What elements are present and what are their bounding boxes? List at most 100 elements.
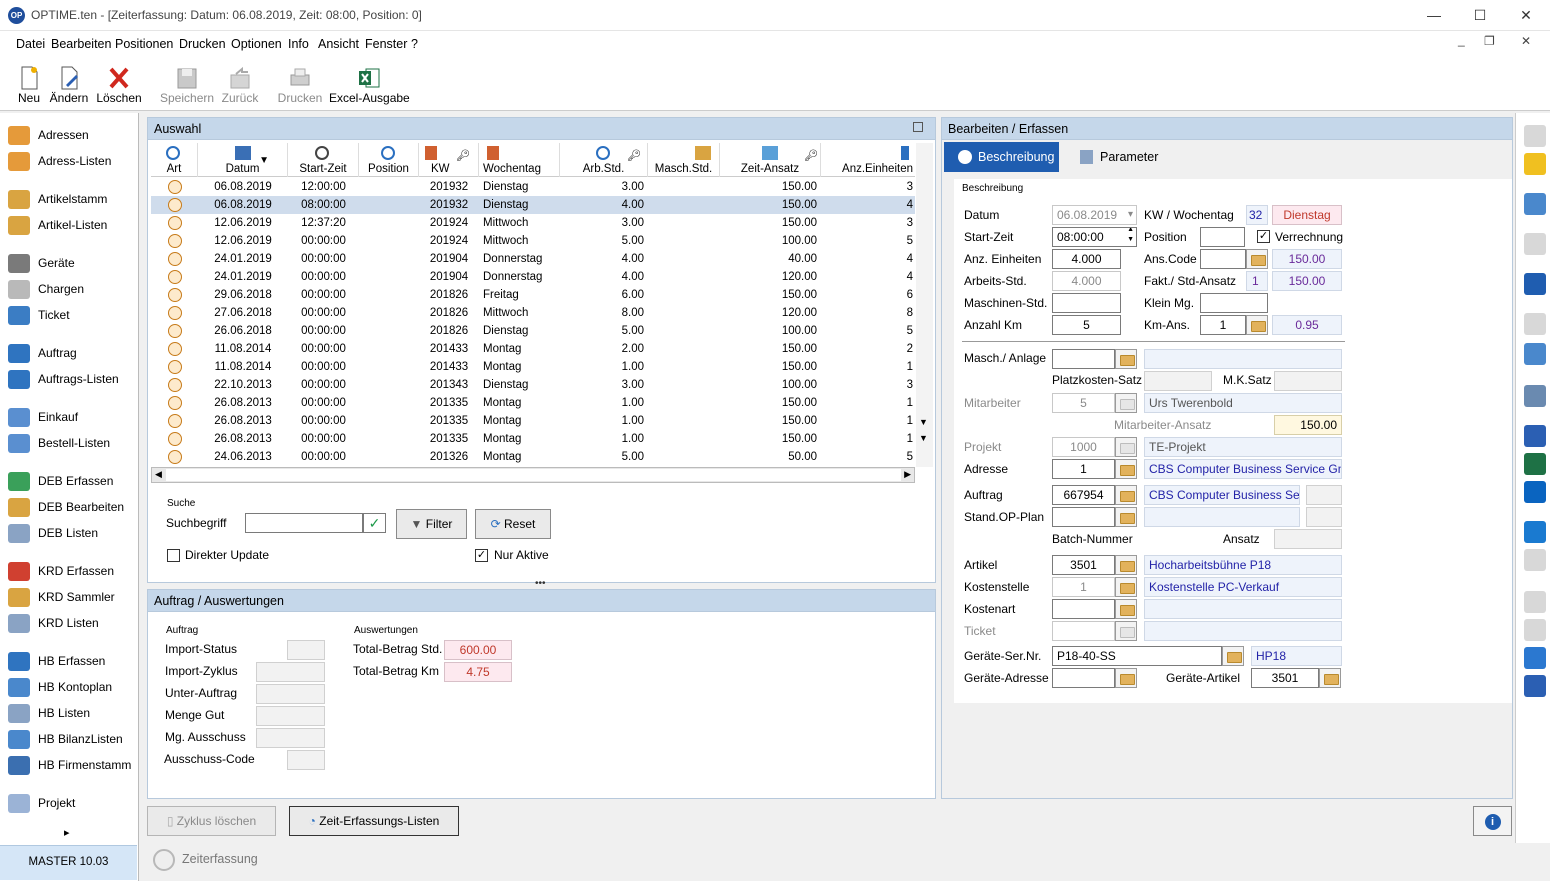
menu-optionen[interactable]: Optionen xyxy=(231,37,282,51)
info-button[interactable]: i xyxy=(1473,806,1512,836)
start-zeit-field[interactable]: 08:00:00 ▲ ▼ xyxy=(1052,227,1137,247)
table-row[interactable]: 12.06.2019 00:00:00 201924 Mittwoch 5.00 100.… xyxy=(151,232,915,250)
browser-icon[interactable] xyxy=(1524,521,1546,543)
stand-op-plan-field[interactable] xyxy=(1052,507,1115,527)
import-status-field[interactable] xyxy=(287,640,325,660)
masch-anlage-field[interactable] xyxy=(1052,349,1115,369)
sidebar-item-artikel-listen[interactable]: Artikel-Listen xyxy=(8,214,138,236)
sidebar-item-hb-erfassen[interactable]: HB Erfassen xyxy=(8,650,138,672)
sidebar-item-auftrags-listen[interactable]: Auftrags-Listen xyxy=(8,368,138,390)
sidebar-item-ticket[interactable]: Ticket xyxy=(8,304,138,326)
fakt-field[interactable]: 1 xyxy=(1246,271,1268,291)
sidebar-item-artikelstamm[interactable]: Artikelstamm xyxy=(8,188,138,210)
delete-button[interactable]: Löschen xyxy=(96,58,142,110)
kostenstelle-field[interactable]: 1 xyxy=(1052,577,1115,597)
table-row[interactable]: 26.06.2018 00:00:00 201826 Dienstag 5.00 100.… xyxy=(151,322,915,340)
search-input[interactable] xyxy=(245,513,363,533)
col-wochentag[interactable]: Wochentag xyxy=(479,143,560,177)
projekt-folder-icon[interactable] xyxy=(1115,437,1137,457)
masch-anlage-folder-icon[interactable] xyxy=(1115,349,1137,369)
ticket-field[interactable] xyxy=(1052,621,1115,641)
col-kw[interactable]: 🔑︎ KW xyxy=(419,143,479,177)
adresse-folder-icon[interactable] xyxy=(1115,459,1137,479)
menu-info[interactable]: Info xyxy=(288,37,309,51)
ticket-folder-icon[interactable] xyxy=(1115,621,1137,641)
settings-key-icon[interactable] xyxy=(1524,125,1546,147)
sidebar-item-einkauf[interactable]: Einkauf xyxy=(8,406,138,428)
back-button[interactable]: Zurück xyxy=(220,58,260,110)
mdi-close-icon[interactable]: ✕ xyxy=(1521,34,1531,48)
sidebar-item-hb-kontoplan[interactable]: HB Kontoplan xyxy=(8,676,138,698)
geraete-artikel-folder-icon[interactable] xyxy=(1319,668,1341,688)
zeit-erfassungs-listen-button[interactable]: ◔ Zeit-Erfassungs-Listen xyxy=(289,806,459,836)
sidebar-item-deb-listen[interactable]: DEB Listen xyxy=(8,522,138,544)
timer-icon[interactable] xyxy=(1524,313,1546,335)
menge-gut-field[interactable] xyxy=(256,706,325,726)
table-row[interactable]: 26.08.2013 00:00:00 201335 Montag 1.00 150.00… xyxy=(151,430,915,448)
scroll-page-down-icon[interactable]: ▼ xyxy=(919,433,928,443)
menu-ansicht[interactable]: Ansicht xyxy=(318,37,359,51)
sidebar-item-projekt[interactable]: Projekt xyxy=(8,792,138,814)
edit-button[interactable]: Ändern xyxy=(48,58,90,110)
spin-up-icon[interactable]: ▲ xyxy=(1127,228,1134,235)
geraete-adresse-field[interactable] xyxy=(1052,668,1115,688)
mg-ausschuss-field[interactable] xyxy=(256,728,325,748)
scroll-right-icon[interactable]: ▶ xyxy=(904,469,911,480)
menu-drucken[interactable]: Drucken xyxy=(179,37,226,51)
scroll-down-icon[interactable]: ▼ xyxy=(919,417,928,427)
user-icon[interactable] xyxy=(1524,675,1546,697)
menu-datei[interactable]: Datei xyxy=(16,37,45,51)
col-art[interactable]: Art xyxy=(151,143,198,177)
anzahl-km-field[interactable]: 5 xyxy=(1052,315,1121,335)
sidebar-item-krd-erfassen[interactable]: KRD Erfassen xyxy=(8,560,138,582)
col-arb-std[interactable]: 🔑︎ Arb.Std. xyxy=(560,143,648,177)
sidebar-item-hb-bilanzlisten[interactable]: HB BilanzListen xyxy=(8,728,138,750)
close-icon[interactable]: ✕ xyxy=(1503,0,1549,31)
splitter-handle[interactable]: ••• xyxy=(535,578,546,589)
datum-field[interactable]: 06.08.2019 ▾ xyxy=(1052,205,1137,225)
table-row[interactable]: 22.10.2013 00:00:00 201343 Dienstag 3.00 100.… xyxy=(151,376,915,394)
position-field[interactable] xyxy=(1200,227,1245,247)
table-row[interactable]: 06.08.2019 12:00:00 201932 Dienstag 3.00 150.… xyxy=(151,178,915,196)
save-button[interactable]: Speichern xyxy=(160,58,214,110)
table-row[interactable]: 11.08.2014 00:00:00 201433 Montag 2.00 150.00… xyxy=(151,340,915,358)
import-zyklus-field[interactable] xyxy=(256,662,325,682)
maximize-icon[interactable]: ☐ xyxy=(1457,0,1503,31)
table-row[interactable]: 24.06.2013 00:00:00 201326 Montag 5.00 50.00 5 xyxy=(151,448,915,466)
geraete-ser-nr-field[interactable]: P18-40-SS xyxy=(1052,646,1222,666)
sidebar-item-geraete[interactable]: Geräte xyxy=(8,252,138,274)
mitarbeiter-field[interactable]: 5 xyxy=(1052,393,1115,413)
search-confirm-icon[interactable]: ✓ xyxy=(363,513,386,533)
menu-positionen[interactable]: Positionen xyxy=(115,37,173,51)
print-preview-icon[interactable] xyxy=(1524,233,1546,255)
km-ans-folder-icon[interactable] xyxy=(1246,315,1268,335)
col-position[interactable]: Position xyxy=(359,143,419,177)
mdi-restore-icon[interactable]: ❐ xyxy=(1484,34,1495,48)
maschinen-std-field[interactable] xyxy=(1052,293,1121,313)
anz-einheiten-field[interactable]: 4.000 xyxy=(1052,249,1121,269)
table-row[interactable]: 26.08.2013 00:00:00 201335 Montag 1.00 150.00… xyxy=(151,394,915,412)
euro-icon[interactable] xyxy=(1524,153,1546,175)
panel-maximize-icon[interactable] xyxy=(913,122,923,132)
sidebar-item-hb-firmenstamm[interactable]: HB Firmenstamm xyxy=(8,754,138,776)
sidebar-item-deb-bearbeiten[interactable]: DEB Bearbeiten xyxy=(8,496,138,518)
tab-beschreibung[interactable]: Beschreibung xyxy=(944,142,1059,172)
kostenart-folder-icon[interactable] xyxy=(1115,599,1137,619)
table-row[interactable]: 24.01.2019 00:00:00 201904 Donnerstag 4.00 40… xyxy=(151,250,915,268)
col-masch-std[interactable]: Masch.Std. xyxy=(648,143,720,177)
outlook-icon[interactable] xyxy=(1524,481,1546,503)
auftrag-folder-icon[interactable] xyxy=(1115,485,1137,505)
geraete-adresse-folder-icon[interactable] xyxy=(1115,668,1137,688)
table-row[interactable]: 24.01.2019 00:00:00 201904 Donnerstag 4.00 12… xyxy=(151,268,915,286)
mitarbeiter-folder-icon[interactable] xyxy=(1115,393,1137,413)
km-ans-field[interactable]: 1 xyxy=(1200,315,1246,335)
table-row[interactable]: 26.08.2013 00:00:00 201335 Montag 1.00 150.00… xyxy=(151,412,915,430)
geraete-ser-nr-folder-icon[interactable] xyxy=(1222,646,1244,666)
scroll-thumb[interactable] xyxy=(166,469,901,481)
word-icon[interactable] xyxy=(1524,425,1546,447)
sidebar-item-auftrag[interactable]: Auftrag xyxy=(8,342,138,364)
sidebar-item-deb-erfassen[interactable]: DEB Erfassen xyxy=(8,470,138,492)
verrechnung-checkbox[interactable]: ✓ xyxy=(1257,230,1270,243)
minimize-icon[interactable]: — xyxy=(1411,0,1457,31)
excel-side-icon[interactable] xyxy=(1524,453,1546,475)
